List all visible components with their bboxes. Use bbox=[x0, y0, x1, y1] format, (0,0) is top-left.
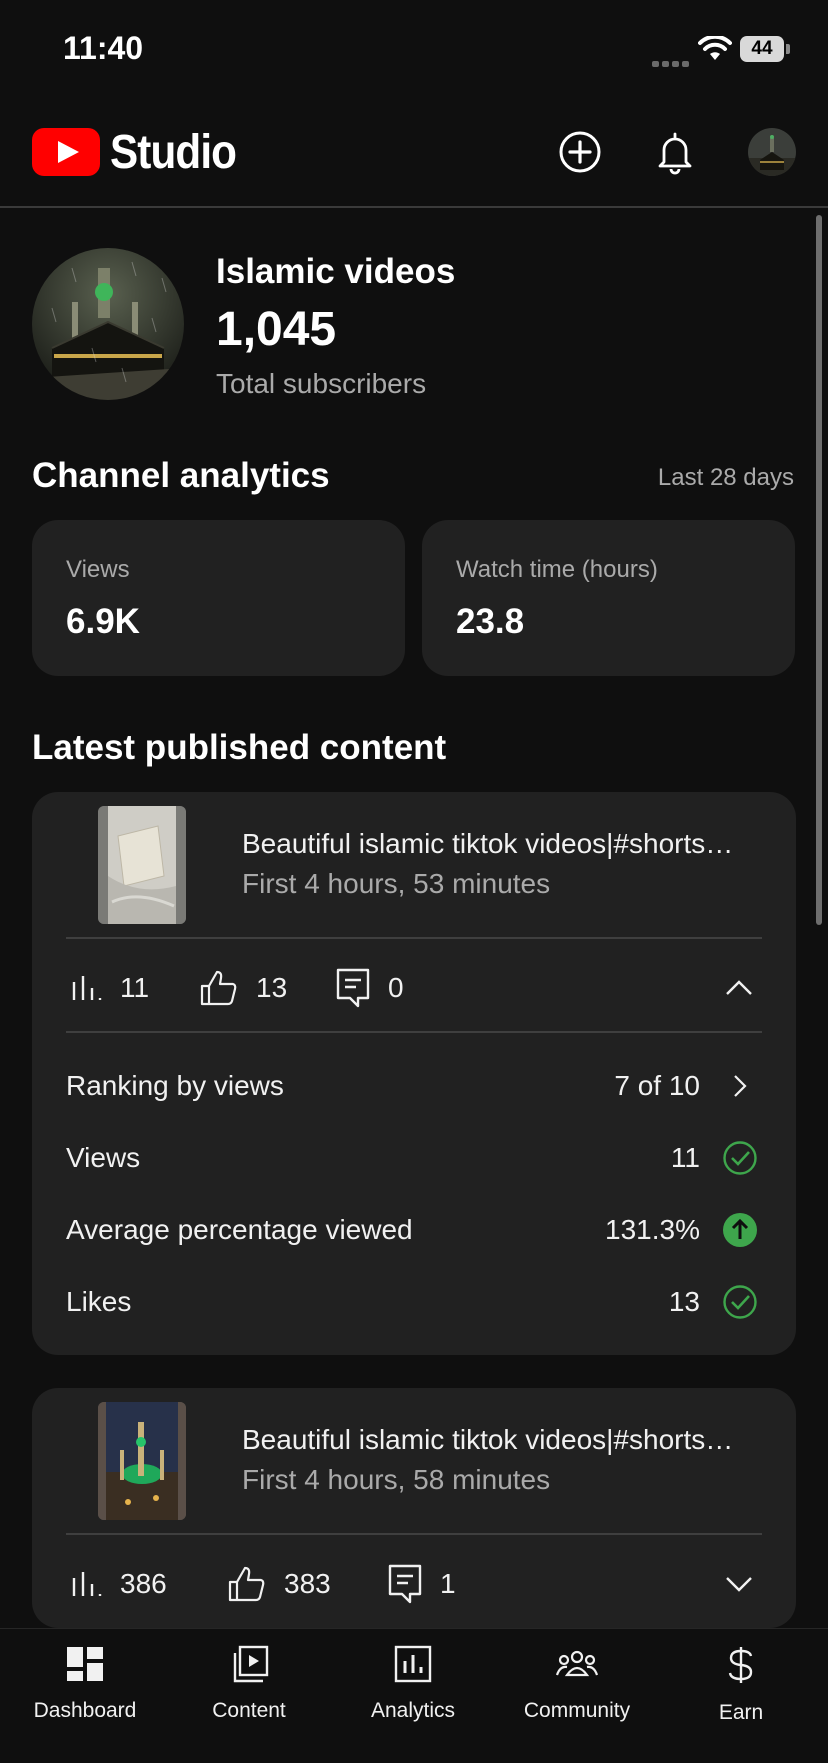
check-circle-icon bbox=[723, 1141, 757, 1175]
create-plus-icon[interactable] bbox=[556, 128, 604, 176]
divider bbox=[66, 1533, 762, 1535]
bottom-navigation: Dashboard Content Analytics Community Ea… bbox=[0, 1628, 828, 1763]
nav-analytics[interactable]: Analytics bbox=[338, 1645, 488, 1723]
stat-label: Views bbox=[66, 556, 130, 583]
battery-icon: 44 bbox=[740, 36, 790, 62]
divider bbox=[66, 1031, 762, 1033]
app-bar: Studio bbox=[0, 100, 828, 208]
video-thumbnail[interactable] bbox=[98, 806, 186, 924]
avg-percentage-value: 131.3% bbox=[605, 1214, 700, 1245]
subscriber-count: 1,045 bbox=[216, 303, 337, 356]
nav-dashboard[interactable]: Dashboard bbox=[10, 1645, 160, 1723]
notifications-bell-icon[interactable] bbox=[651, 128, 699, 176]
nav-community[interactable]: Community bbox=[502, 1645, 652, 1723]
scrollbar[interactable] bbox=[816, 215, 822, 925]
chevron-down-icon[interactable] bbox=[722, 1567, 756, 1601]
check-circle-icon bbox=[723, 1285, 757, 1319]
comment-icon bbox=[388, 1564, 422, 1604]
avg-percentage-label: Average percentage viewed bbox=[66, 1214, 413, 1245]
stat-value: 6.9K bbox=[66, 602, 140, 641]
nav-label: Analytics bbox=[370, 1699, 456, 1722]
ranking-value: 7 of 10 bbox=[614, 1070, 700, 1101]
video-title[interactable]: Beautiful islamic tiktok videos|#shorts… bbox=[242, 828, 782, 860]
status-time: 11:40 bbox=[63, 30, 144, 66]
status-bar: 11:40 44 bbox=[0, 0, 828, 100]
channel-analytics-heading: Channel analytics bbox=[32, 456, 330, 495]
views-stat-card[interactable]: Views 6.9K bbox=[32, 520, 405, 676]
nav-label: Dashboard bbox=[33, 1699, 137, 1722]
likes-count: 13 bbox=[256, 972, 288, 1003]
analytics-icon bbox=[394, 1645, 432, 1683]
views-metric: 386 bbox=[70, 1564, 167, 1604]
chevron-right-icon[interactable] bbox=[722, 1068, 758, 1104]
comment-icon bbox=[336, 968, 370, 1008]
divider bbox=[66, 937, 762, 939]
video-timeframe: First 4 hours, 53 minutes bbox=[242, 868, 551, 899]
likes-row-label: Likes bbox=[66, 1286, 132, 1317]
youtube-studio-logo[interactable]: Studio bbox=[32, 124, 253, 180]
views-row-label: Views bbox=[66, 1142, 141, 1173]
video-title[interactable]: Beautiful islamic tiktok videos|#shorts… bbox=[242, 1424, 782, 1456]
logo-text: Studio bbox=[110, 125, 237, 179]
date-range-label: Last 28 days bbox=[657, 464, 794, 491]
stat-label: Watch time (hours) bbox=[456, 556, 658, 583]
latest-content-heading: Latest published content bbox=[32, 728, 447, 767]
video-thumbnail[interactable] bbox=[98, 1402, 186, 1520]
watch-time-stat-card[interactable]: Watch time (hours) 23.8 bbox=[422, 520, 795, 676]
comments-count: 0 bbox=[388, 972, 404, 1003]
community-icon bbox=[555, 1650, 599, 1677]
nav-label: Content bbox=[212, 1699, 286, 1722]
views-metric: 11 bbox=[70, 968, 149, 1008]
nav-label: Community bbox=[523, 1699, 631, 1722]
chevron-up-icon[interactable] bbox=[722, 971, 756, 1005]
comments-metric: 1 bbox=[388, 1564, 456, 1604]
youtube-play-icon bbox=[32, 128, 100, 176]
thumbs-up-icon bbox=[200, 970, 237, 1006]
nav-content[interactable]: Content bbox=[174, 1645, 324, 1723]
views-count: 11 bbox=[120, 972, 150, 1003]
ranking-label: Ranking by views bbox=[66, 1070, 284, 1101]
comments-count: 1 bbox=[440, 1568, 456, 1599]
views-count: 386 bbox=[120, 1568, 167, 1599]
stat-value: 23.8 bbox=[456, 602, 525, 641]
dashboard-icon bbox=[67, 1647, 103, 1681]
likes-count: 383 bbox=[284, 1568, 331, 1599]
account-avatar[interactable] bbox=[748, 128, 796, 176]
subscriber-label: Total subscribers bbox=[216, 368, 427, 399]
content-icon bbox=[233, 1645, 269, 1683]
arrow-up-circle-icon bbox=[723, 1213, 757, 1247]
wifi-icon bbox=[698, 36, 732, 60]
likes-metric: 13 bbox=[200, 968, 287, 1008]
battery-level: 44 bbox=[740, 36, 784, 62]
latest-content-card: Beautiful islamic tiktok videos|#shorts…… bbox=[32, 792, 796, 1355]
video-timeframe: First 4 hours, 58 minutes bbox=[242, 1464, 551, 1495]
likes-row-value: 13 bbox=[668, 1286, 700, 1317]
nav-label: Earn bbox=[718, 1701, 764, 1724]
channel-name: Islamic videos bbox=[216, 252, 456, 291]
channel-avatar bbox=[32, 248, 184, 400]
cellular-signal-icon bbox=[652, 54, 692, 67]
nav-earn[interactable]: Earn bbox=[666, 1645, 816, 1725]
thumbs-up-icon bbox=[228, 1566, 265, 1602]
latest-content-card: Beautiful islamic tiktok videos|#shorts…… bbox=[32, 1388, 796, 1628]
comments-metric: 0 bbox=[336, 968, 404, 1008]
bar-chart-icon bbox=[72, 1572, 102, 1596]
dollar-icon bbox=[728, 1647, 753, 1683]
bar-chart-icon bbox=[72, 976, 102, 1000]
views-row-value: 11 bbox=[670, 1142, 700, 1173]
likes-metric: 383 bbox=[228, 1564, 331, 1604]
